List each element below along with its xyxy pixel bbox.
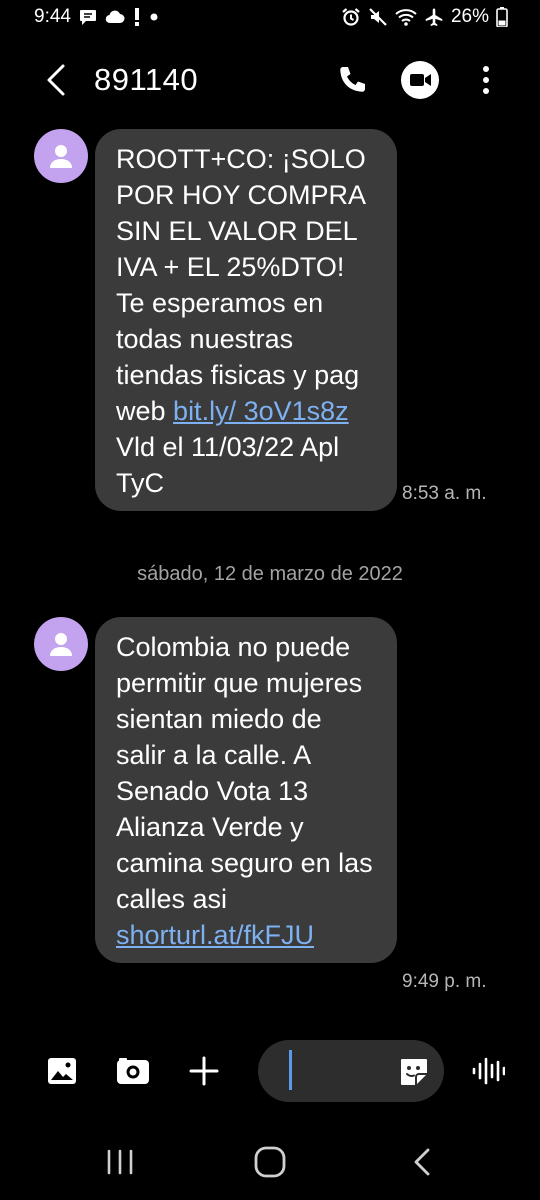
message-time: 9:49 p. m.	[402, 971, 487, 992]
recent-apps-button[interactable]	[90, 1140, 150, 1184]
voice-waveform-icon	[472, 1057, 505, 1085]
sticker-icon	[401, 1059, 427, 1085]
back-button[interactable]	[36, 58, 76, 102]
battery-icon	[496, 7, 508, 27]
message-body: Colombia no puede permitir que mujeres s…	[116, 632, 381, 914]
message-time: 8:53 a. m.	[402, 483, 487, 504]
more-vertical-icon	[483, 66, 489, 94]
attach-button[interactable]	[184, 1051, 224, 1091]
person-icon	[50, 633, 72, 656]
text-cursor	[289, 1050, 292, 1090]
call-button[interactable]	[330, 58, 374, 102]
exclamation-icon	[133, 8, 141, 26]
plus-icon	[189, 1056, 219, 1086]
message-body: ROOTT+CO: ¡SOLO POR HOY COMPRA SIN EL VA…	[116, 144, 374, 426]
mute-icon	[368, 7, 388, 27]
more-options-button[interactable]	[466, 58, 506, 102]
nav-back-button[interactable]	[392, 1140, 452, 1184]
recent-apps-icon	[107, 1149, 133, 1175]
conversation-header: 891140	[0, 50, 540, 110]
system-navigation-bar	[0, 1140, 540, 1190]
message-text: Colombia no puede permitir que mujeres s…	[116, 629, 377, 953]
link-part-1: bit.ly/	[173, 396, 237, 426]
status-bar: 9:44 26%	[0, 0, 540, 34]
message-text: ROOTT+CO: ¡SOLO POR HOY COMPRA SIN EL VA…	[116, 141, 377, 501]
home-button[interactable]	[240, 1140, 300, 1184]
message-input[interactable]	[258, 1040, 444, 1102]
contact-title: 891140	[94, 62, 199, 97]
status-time: 9:44	[34, 6, 71, 27]
alarm-icon	[341, 7, 361, 27]
dot-icon	[149, 12, 159, 22]
video-call-button[interactable]	[398, 58, 442, 102]
gallery-icon	[48, 1058, 76, 1084]
link-part-2: 3oV1s8z	[243, 396, 349, 426]
chat-notification-icon	[79, 9, 97, 26]
message-composer	[0, 1040, 540, 1102]
sender-avatar[interactable]	[34, 617, 88, 671]
date-separator: sábado, 12 de marzo de 2022	[137, 563, 403, 585]
person-icon	[50, 145, 72, 168]
message-link[interactable]: bit.ly/ 3oV1s8z	[173, 396, 349, 426]
message-link[interactable]: shorturl.at/fkFJU	[116, 920, 314, 950]
camera-button[interactable]	[113, 1051, 153, 1091]
video-camera-icon	[401, 61, 439, 99]
phone-icon	[340, 67, 365, 92]
voice-input-button[interactable]	[468, 1051, 508, 1091]
home-icon	[254, 1146, 286, 1178]
cloud-icon	[105, 10, 125, 24]
sticker-button[interactable]	[394, 1052, 434, 1092]
message-tail: Vld el 11/03/22 Apl TyC	[116, 432, 347, 498]
camera-icon	[117, 1058, 149, 1084]
sender-avatar[interactable]	[34, 129, 88, 183]
nav-back-icon	[414, 1148, 430, 1176]
wifi-icon	[395, 8, 417, 26]
back-arrow-icon	[47, 64, 65, 96]
gallery-button[interactable]	[42, 1051, 82, 1091]
airplane-icon	[424, 7, 444, 27]
message-bubble[interactable]: ROOTT+CO: ¡SOLO POR HOY COMPRA SIN EL VA…	[95, 129, 397, 511]
message-bubble[interactable]: Colombia no puede permitir que mujeres s…	[95, 617, 397, 963]
battery-percent: 26%	[450, 6, 489, 27]
